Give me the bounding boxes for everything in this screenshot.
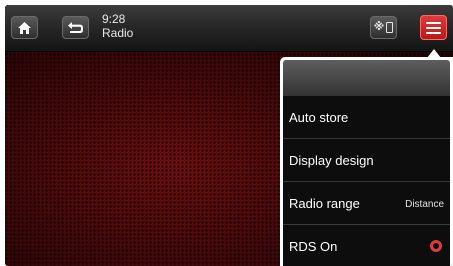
- options-menu: Auto store Display design Radio range Di…: [280, 57, 453, 266]
- radio-range-value: Distance: [405, 199, 444, 210]
- menu-item-radio-range[interactable]: Radio range Distance: [283, 182, 450, 225]
- clock: 9:28: [102, 12, 126, 26]
- bluetooth-phone-button[interactable]: ※: [370, 16, 397, 39]
- menu-item-label: Auto store: [289, 110, 349, 125]
- back-arrow-icon: [68, 22, 83, 33]
- home-button[interactable]: [11, 16, 38, 39]
- back-button[interactable]: [62, 16, 89, 39]
- infotainment-screen: 9:28 Radio ※ Auto store Display design R…: [5, 5, 453, 266]
- rds-toggle-icon[interactable]: [430, 240, 442, 252]
- menu-button[interactable]: [420, 15, 447, 40]
- hamburger-menu-icon: [426, 21, 441, 34]
- menu-header: [283, 60, 450, 96]
- menu-item-label: RDS On: [289, 239, 338, 254]
- menu-item-label: Radio range: [289, 196, 360, 211]
- current-source-label: Radio: [102, 26, 134, 40]
- menu-list: Auto store Display design Radio range Di…: [283, 96, 450, 266]
- status-bar: 9:28 Radio ※: [5, 5, 453, 52]
- menu-item-display-design[interactable]: Display design: [283, 139, 450, 182]
- menu-item-auto-store[interactable]: Auto store: [283, 96, 450, 139]
- phone-icon: [386, 22, 394, 33]
- menu-item-rds[interactable]: RDS On: [283, 225, 450, 266]
- menu-item-label: Display design: [289, 153, 374, 168]
- home-icon: [18, 21, 31, 34]
- bluetooth-icon: ※: [373, 21, 385, 33]
